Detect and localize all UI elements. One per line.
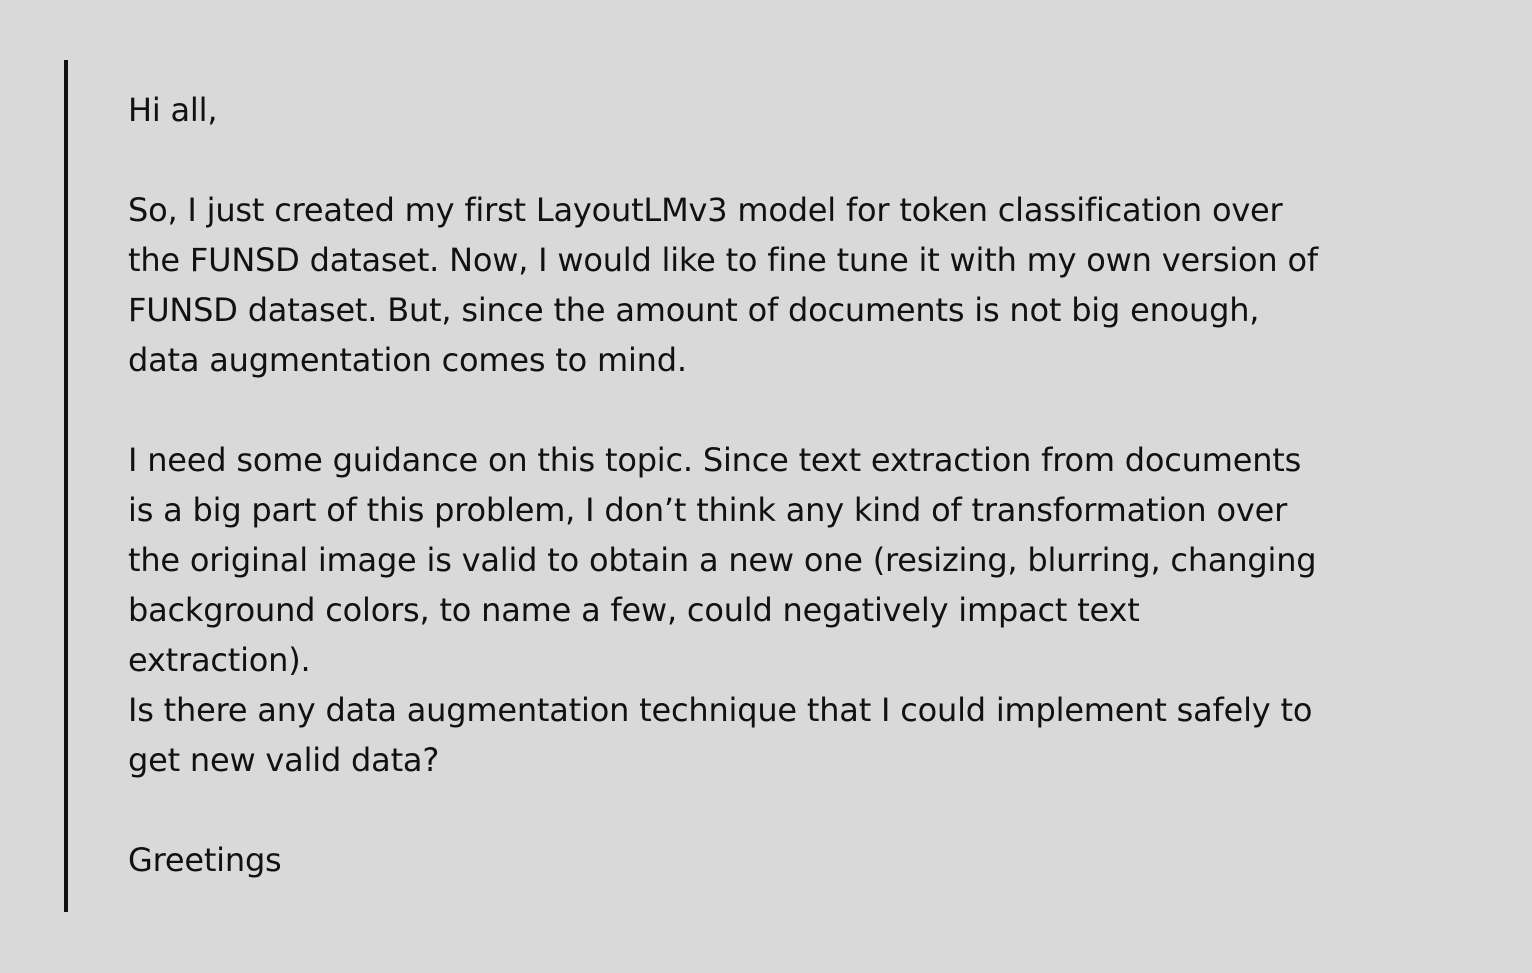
text-line: get new valid data? [128, 741, 440, 779]
message-blockquote: Hi all, So, I just created my first Layo… [128, 85, 1428, 885]
paragraph-intro: So, I just created my first LayoutLMv3 m… [128, 185, 1428, 385]
text-line: the original image is valid to obtain a … [128, 541, 1317, 579]
text-line: extraction). [128, 641, 311, 679]
paragraph-question: I need some guidance on this topic. Sinc… [128, 435, 1428, 785]
text-line: Is there any data augmentation technique… [128, 691, 1313, 729]
greeting-line: Hi all, [128, 91, 218, 129]
signoff-line: Greetings [128, 841, 282, 879]
text-line: is a big part of this problem, I don’t t… [128, 491, 1288, 529]
blockquote-bar [64, 60, 68, 912]
text-line: background colors, to name a few, could … [128, 591, 1140, 629]
text-line: the FUNSD dataset. Now, I would like to … [128, 241, 1318, 279]
text-line: I need some guidance on this topic. Sinc… [128, 441, 1302, 479]
text-line: FUNSD dataset. But, since the amount of … [128, 291, 1260, 329]
text-line: data augmentation comes to mind. [128, 341, 687, 379]
text-line: So, I just created my first LayoutLMv3 m… [128, 191, 1283, 229]
